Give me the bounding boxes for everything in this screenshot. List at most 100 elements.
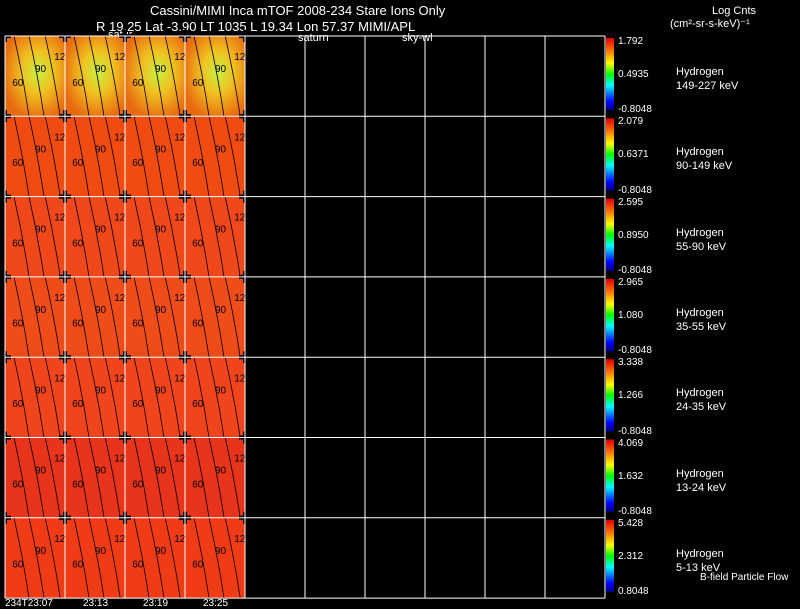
time-tick-label: 23:19 bbox=[143, 598, 169, 609]
colorbar-mid-label: 2.312 bbox=[618, 550, 644, 562]
colorbar-min-label: -0.8048 bbox=[618, 104, 652, 116]
contour-label: 60 bbox=[72, 399, 84, 410]
colorbar-max-label: 2.595 bbox=[618, 196, 644, 208]
bfield-note: B-field Particle Flow bbox=[700, 572, 789, 583]
contour-label: 90 bbox=[155, 64, 167, 75]
contour-label: 60 bbox=[132, 560, 144, 571]
colorbar bbox=[606, 118, 614, 191]
contour-label: 120 bbox=[234, 132, 251, 143]
contour-label: 60 bbox=[12, 399, 24, 410]
colorbar-mid-label: 0.4935 bbox=[618, 69, 649, 81]
contour-label: 60 bbox=[12, 319, 24, 330]
contour-label: 120 bbox=[234, 52, 251, 63]
contour-label: 120 bbox=[234, 454, 251, 465]
contour-label: 60 bbox=[72, 560, 84, 571]
contour-label: 90 bbox=[35, 466, 47, 477]
heat-panel bbox=[5, 196, 65, 277]
heat-panel bbox=[5, 357, 65, 438]
band-species-label: Hydrogen bbox=[676, 66, 724, 78]
heat-panel bbox=[65, 116, 125, 197]
colorbar-mid-label: 0.8950 bbox=[618, 229, 649, 241]
colorbar-max-label: 2.965 bbox=[618, 276, 644, 288]
contour-label: 90 bbox=[35, 144, 47, 155]
colorbar-max-label: 2.079 bbox=[618, 116, 644, 128]
time-tick-label: 234T23:07 bbox=[5, 598, 53, 609]
contour-label: 90 bbox=[155, 305, 167, 316]
contour-label: 90 bbox=[95, 305, 107, 316]
band-energy-label: 35-55 keV bbox=[676, 320, 727, 333]
heat-panel bbox=[65, 276, 125, 358]
contour-label: 120 bbox=[234, 213, 251, 224]
contour-label: 90 bbox=[95, 144, 107, 155]
contour-label: 90 bbox=[155, 385, 167, 396]
band-species-label: Hydrogen bbox=[676, 467, 724, 480]
contour-label: 60 bbox=[132, 479, 144, 490]
colorbar-min-label: -0.8048 bbox=[618, 345, 652, 357]
heat-panel bbox=[5, 276, 65, 358]
contour-label: 60 bbox=[192, 238, 204, 249]
contour-label: 90 bbox=[155, 144, 167, 155]
heat-panel bbox=[5, 437, 65, 518]
colorbar bbox=[606, 278, 614, 352]
colorbar-min-label: -0.8048 bbox=[618, 184, 652, 196]
heat-panel bbox=[125, 196, 185, 277]
band-species-label: Hydrogen bbox=[676, 226, 724, 239]
contour-label: 60 bbox=[192, 399, 204, 410]
colorbar-mid-label: 1.266 bbox=[618, 390, 644, 402]
contour-label: 60 bbox=[192, 479, 204, 490]
colorbar-max-label: 5.428 bbox=[618, 517, 644, 529]
band-species-label: Hydrogen bbox=[676, 547, 724, 560]
contour-label: 90 bbox=[95, 546, 107, 557]
heat-panel bbox=[5, 517, 65, 599]
contour-label: 90 bbox=[35, 305, 47, 316]
contour-label: 90 bbox=[215, 305, 227, 316]
contour-label: 90 bbox=[155, 225, 167, 236]
contour-label: 60 bbox=[12, 479, 24, 490]
contour-label: 90 bbox=[35, 546, 47, 557]
contour-label: 90 bbox=[215, 385, 227, 396]
heat-panel bbox=[65, 437, 125, 518]
contour-label: 120 bbox=[234, 534, 251, 545]
colorbar bbox=[606, 519, 614, 593]
heat-panel bbox=[185, 36, 245, 117]
contour-label: 90 bbox=[215, 144, 227, 155]
contour-label: 60 bbox=[12, 78, 24, 89]
contour-label: 90 bbox=[35, 385, 47, 396]
time-tick-label: 23:25 bbox=[203, 598, 229, 609]
contour-label: 60 bbox=[12, 158, 24, 169]
contour-label: 90 bbox=[215, 466, 227, 477]
colorbar-mid-label: 0.6371 bbox=[618, 149, 649, 161]
band-species-label: Hydrogen bbox=[676, 146, 724, 159]
colorbar-min-label: -0.8048 bbox=[618, 264, 652, 276]
contour-label: 60 bbox=[132, 399, 144, 410]
band-species-label: Hydrogen bbox=[676, 306, 724, 319]
heat-panel bbox=[125, 276, 185, 358]
contour-label: 60 bbox=[12, 560, 24, 571]
contour-label: 120 bbox=[234, 373, 251, 384]
contour-label: 60 bbox=[132, 158, 144, 169]
heat-panel bbox=[65, 517, 125, 599]
heat-panel bbox=[65, 357, 125, 438]
colorbar-min-label: -0.8048 bbox=[618, 425, 652, 437]
contour-label: 90 bbox=[95, 225, 107, 236]
band-energy-label: 55-90 keV bbox=[676, 240, 727, 253]
heat-panel bbox=[125, 437, 185, 518]
colorbar-min-label: 0.8048 bbox=[618, 586, 649, 598]
time-tick-label: 23:13 bbox=[83, 598, 109, 609]
contour-label: 60 bbox=[72, 78, 84, 89]
colorbar-max-label: 3.338 bbox=[618, 357, 644, 369]
band-energy-label: 13-24 keV bbox=[676, 481, 727, 494]
heat-panel bbox=[125, 357, 185, 438]
heat-panel bbox=[185, 196, 245, 277]
contour-label: 90 bbox=[95, 385, 107, 396]
band-energy-label: 149-227 keV bbox=[676, 80, 739, 92]
contour-label: 60 bbox=[72, 479, 84, 490]
colorbar-min-label: -0.8048 bbox=[618, 505, 652, 517]
heat-panel bbox=[5, 116, 65, 197]
contour-label: 60 bbox=[72, 319, 84, 330]
colorbar bbox=[606, 439, 614, 512]
heat-panel bbox=[185, 517, 245, 599]
heat-panel bbox=[65, 196, 125, 277]
contour-label: 60 bbox=[12, 238, 24, 249]
band-energy-label: 24-35 keV bbox=[676, 401, 727, 414]
